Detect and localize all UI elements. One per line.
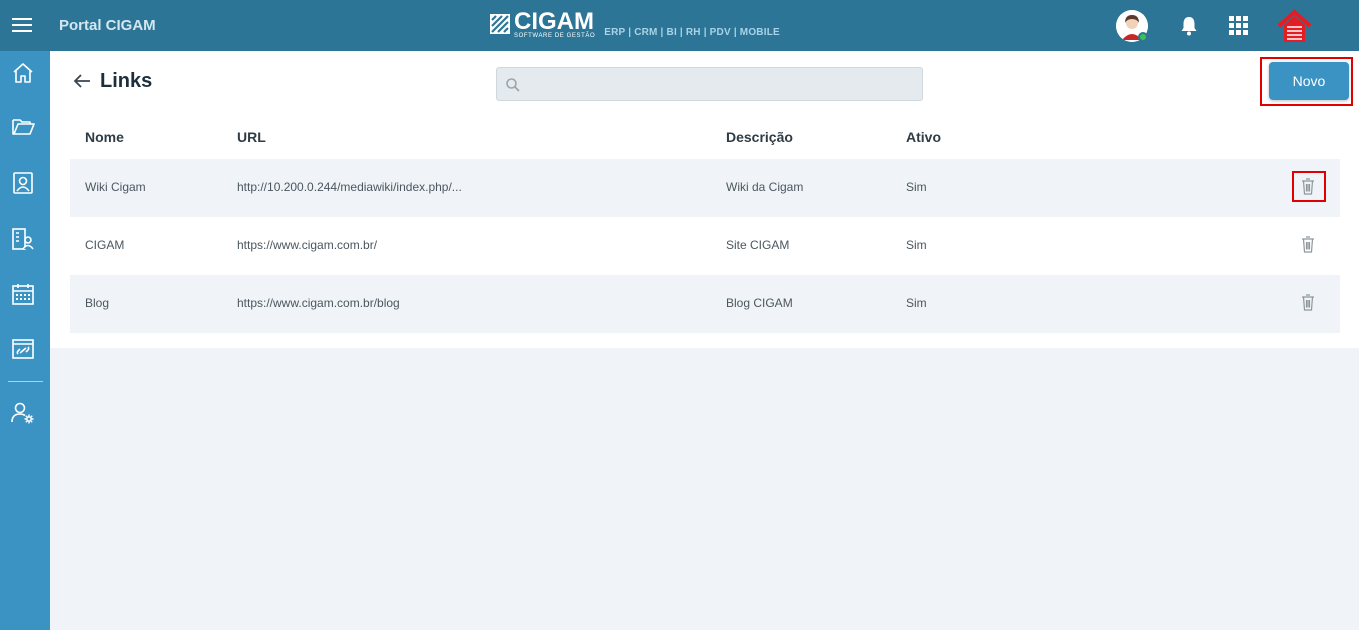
logo-subtitle: SOFTWARE DE GESTÃO xyxy=(514,33,596,39)
product-list: ERP | CRM | BI | RH | PDV | MOBILE xyxy=(604,27,780,38)
cell-url: http://10.200.0.244/mediawiki/index.php/… xyxy=(237,180,462,194)
menu-icon[interactable] xyxy=(12,18,32,32)
cell-nome: Blog xyxy=(85,296,110,310)
column-header-nome[interactable]: Nome xyxy=(85,129,124,145)
table-row[interactable]: CIGAM https://www.cigam.com.br/ Site CIG… xyxy=(70,217,1340,275)
column-header-descricao[interactable]: Descrição xyxy=(726,129,793,145)
table-row[interactable]: Wiki Cigam http://10.200.0.244/mediawiki… xyxy=(70,159,1340,217)
search-input[interactable] xyxy=(527,74,907,94)
company-home-icon[interactable] xyxy=(1277,9,1312,43)
contact-card-icon[interactable] xyxy=(11,171,35,195)
cell-ativo: Sim xyxy=(906,296,927,310)
table-row[interactable]: Blog https://www.cigam.com.br/blog Blog … xyxy=(70,275,1340,333)
cell-descricao: Wiki da Cigam xyxy=(726,180,804,194)
sidebar xyxy=(0,51,50,630)
cell-nome: Wiki Cigam xyxy=(85,180,146,194)
back-arrow-icon[interactable] xyxy=(73,72,91,90)
user-list-icon[interactable] xyxy=(11,227,35,251)
sidebar-divider xyxy=(8,381,43,382)
cell-descricao: Site CIGAM xyxy=(726,238,790,252)
home-icon[interactable] xyxy=(11,61,35,85)
cell-ativo: Sim xyxy=(906,238,927,252)
delete-trash-icon[interactable] xyxy=(1301,294,1315,311)
links-icon[interactable] xyxy=(11,337,35,361)
cigam-logo-mark-icon xyxy=(490,14,510,34)
calendar-icon[interactable] xyxy=(11,282,35,306)
online-status-icon xyxy=(1138,32,1148,42)
page-title: Links xyxy=(100,70,153,92)
column-header-url[interactable]: URL xyxy=(237,129,266,145)
cigam-logo: CIGAM SOFTWARE DE GESTÃO ERP | CRM | BI … xyxy=(490,8,780,40)
column-header-ativo[interactable]: Ativo xyxy=(906,129,941,145)
cell-ativo: Sim xyxy=(906,180,927,194)
cell-nome: CIGAM xyxy=(85,238,125,252)
notifications-bell-icon[interactable] xyxy=(1180,16,1198,36)
folder-open-icon[interactable] xyxy=(11,114,35,138)
delete-trash-icon[interactable] xyxy=(1301,236,1315,253)
delete-trash-icon[interactable] xyxy=(1301,178,1315,195)
top-bar: Portal CIGAM CIGAM SOFTWARE DE GESTÃO ER… xyxy=(0,0,1359,51)
cell-url: https://www.cigam.com.br/ xyxy=(237,238,378,252)
cell-descricao: Blog CIGAM xyxy=(726,296,793,310)
new-link-button[interactable]: Novo xyxy=(1269,62,1349,100)
app-title: Portal CIGAM xyxy=(59,17,156,34)
user-settings-icon[interactable] xyxy=(11,401,35,425)
logo-word: CIGAM xyxy=(514,8,594,35)
search-icon xyxy=(506,78,520,92)
apps-grid-icon[interactable] xyxy=(1229,16,1248,35)
search-box[interactable] xyxy=(496,67,923,101)
cell-url: https://www.cigam.com.br/blog xyxy=(237,296,400,310)
